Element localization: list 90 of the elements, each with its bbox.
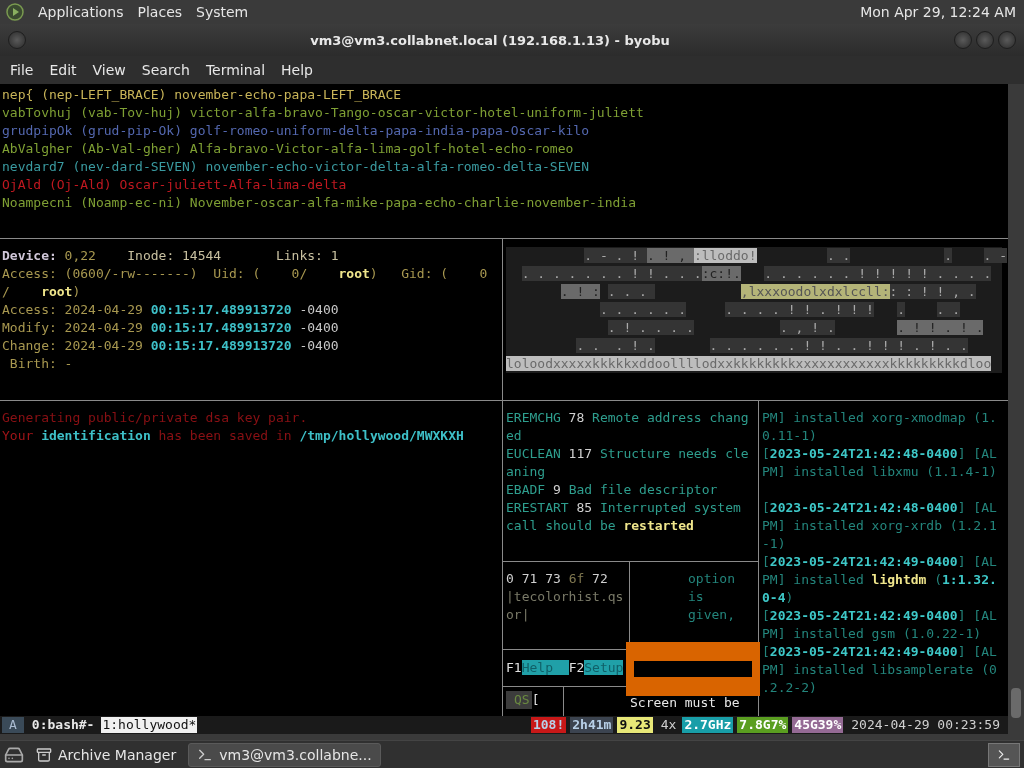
workspace-switcher[interactable] xyxy=(988,742,1020,767)
panel-clock[interactable]: Mon Apr 29, 12:24 AM xyxy=(860,4,1016,20)
terminal-line: [2023-05-24T21:42:49-0400] [AL xyxy=(762,643,997,661)
terminal-line: is xyxy=(688,588,704,606)
menu-item[interactable]: Search xyxy=(133,62,198,78)
taskbar-button[interactable]: Archive Manager xyxy=(28,742,185,767)
terminal-line: Change: 2024-04-29 00:15:17.489913720 -0400 xyxy=(2,337,339,355)
terminal-line: PM] installed libxmu (1.1.4-1) xyxy=(762,463,997,481)
terminal-line: grudpipOk (grud-pip-Ok) golf-romeo-uniform-delta-papa-india-papa-Oscar-kilo xyxy=(2,122,589,140)
panel-menu[interactable]: Applications xyxy=(38,4,124,20)
qs-label: QS xyxy=(506,691,532,709)
minimize-button[interactable] xyxy=(954,31,972,49)
terminal-line: or| xyxy=(506,606,530,624)
terminal-line: given, xyxy=(688,606,735,624)
terminal-line: Noampecni (Noamp-ec-ni) November-oscar-alfa-mike-papa-echo-charlie-november-india xyxy=(2,194,636,212)
terminal-line: |tecolorhist.qs xyxy=(506,588,624,606)
status-indicator: 9.23 xyxy=(617,717,653,733)
status-indicator: 108! xyxy=(530,717,567,733)
window-menu-button[interactable] xyxy=(8,31,26,49)
terminal-line: 0.11-1) xyxy=(762,427,817,445)
panel-menu[interactable]: Places xyxy=(137,4,183,20)
close-button[interactable] xyxy=(998,31,1016,49)
terminal-line: EBADF 9 Bad file descriptor xyxy=(506,481,718,499)
terminal-line: ERESTART 85 Interrupted system xyxy=(506,499,741,517)
terminal-line: -1) xyxy=(762,535,786,553)
function-key: F2 xyxy=(568,660,585,675)
maximize-button[interactable] xyxy=(976,31,994,49)
terminal-line: EUCLEAN 117 Structure needs cle xyxy=(506,445,749,463)
logo-icon[interactable] xyxy=(6,3,24,21)
terminal-line: PM] installed libsamplerate (0 xyxy=(762,661,997,679)
terminal-line: aning xyxy=(506,463,546,481)
ascii-art-line: . . . . . . . . . . ! ! . ! ! ! . . . xyxy=(598,301,960,319)
menu-item[interactable]: Terminal xyxy=(197,62,274,78)
terminal-line: EREMCHG 78 Remote address chang xyxy=(506,409,749,427)
status-indicator: 4x xyxy=(659,717,678,733)
status-indicator: 7.8G7% xyxy=(737,717,789,733)
terminal-line: nevdard7 (nev-dard-SEVEN) november-echo-victor-delta-alfa-romeo-delta-SEVEN xyxy=(2,158,589,176)
terminal-line: Access: 2024-04-29 00:15:17.489913720 -0400 xyxy=(2,301,339,319)
ascii-art-line: . - . ! . ! , :lloddo! . . . . - xyxy=(583,247,1007,265)
terminal-line: PM] installed lightdm (1:1.32. xyxy=(762,571,997,589)
menu-item[interactable]: View xyxy=(84,62,134,78)
bracket-text: [ xyxy=(531,692,540,707)
ascii-art-line: . ! : . . . ,lxxxoodolxdxlccll:: : ! ! , . xyxy=(559,283,976,301)
window-title: vm3@vm3.collabnet.local (192.168.1.13) - byobu xyxy=(309,32,671,48)
session-label: A xyxy=(2,717,24,733)
status-indicator: 2.7GHz xyxy=(682,717,734,733)
terminal-line: / root) xyxy=(2,283,81,301)
status-indicator: 45G39% xyxy=(792,717,844,733)
terminal-line: 0 71 73 6f 72 xyxy=(506,570,608,588)
function-key: F1 xyxy=(506,660,522,675)
terminal-line: nep{ (nep-LEFT_BRACE) november-echo-papa-LEFT_BRACE xyxy=(2,86,402,104)
menu-item[interactable]: File xyxy=(2,62,42,78)
status-indicator: 2024-04-29 00:23:59 xyxy=(850,717,1001,733)
taskbar-button[interactable]: vm3@vm3.collabne... xyxy=(188,742,381,767)
terminal-line: Access: (0600/-rw-------) Uid: ( 0/ root) Gid: ( 0 xyxy=(2,265,488,283)
terminal-line: ed xyxy=(506,427,522,445)
menu-item[interactable]: Help xyxy=(273,62,321,78)
scrollbar[interactable] xyxy=(1008,84,1024,740)
window-tab[interactable]: 0:bash#- xyxy=(30,717,96,733)
terminal-line: option xyxy=(688,570,735,588)
terminal-line: 0-4) xyxy=(762,589,794,607)
archive-icon xyxy=(36,746,52,763)
terminal-line: [2023-05-24T21:42:49-0400] [AL xyxy=(762,607,997,625)
terminal-line: OjAld (Oj-Ald) Oscar-juliett-Alfa-lima-delta xyxy=(2,176,347,194)
scroll-thumb[interactable] xyxy=(1011,688,1021,718)
terminal-line: Modify: 2024-04-29 00:15:17.489913720 -0400 xyxy=(2,319,339,337)
terminal-line: [2023-05-24T21:42:48-0400] [AL xyxy=(762,499,997,517)
panel-menu[interactable]: System xyxy=(196,4,249,20)
terminal-line: Generating public/private dsa key pair. xyxy=(2,409,308,427)
task-label: vm3@vm3.collabne... xyxy=(219,746,372,763)
terminal-line: [2023-05-24T21:42:48-0400] [AL xyxy=(762,445,997,463)
terminal-line: call should be restarted xyxy=(506,517,694,535)
terminal-line: PM] installed gsm (1.0.22-1) xyxy=(762,625,982,643)
terminal-line: PM] installed xorg-xmodmap (1. xyxy=(762,409,997,427)
terminal-line: Your identification has been saved in /tmp/hollywood/MWXKXH xyxy=(2,427,464,445)
terminal-icon xyxy=(997,747,1011,762)
ascii-art-line: . . . ! . . . . . . . ! ! . . ! ! ! . ! . . xyxy=(575,337,968,355)
ascii-art-line: . . . . . . . ! ! . . .:c:!. . . . . . . ! ! ! ! ! . . . . xyxy=(520,265,992,283)
terminal-line: AbValgher (Ab-Val-gher) Alfa-bravo-Victor-alfa-lima-golf-hotel-echo-romeo xyxy=(2,140,574,158)
ascii-art-line: . ! . . . . . , ! . . ! ! . ! . xyxy=(606,319,984,337)
task-label: Archive Manager xyxy=(58,746,177,763)
menu-item[interactable]: Edit xyxy=(41,62,85,78)
terminal-line: Device: 0,22 Inode: 14544 Links: 1 xyxy=(2,247,339,265)
terminal-line: .2.2-2) xyxy=(762,679,817,697)
window-tab[interactable]: 1:hollywood* xyxy=(101,717,198,733)
status-indicator: 2h41m xyxy=(570,717,614,733)
terminal-line: vabTovhuj (vab-Tov-huj) victor-alfa-bravo-Tango-oscar-victor-hotel-uniform-juliett xyxy=(2,104,644,122)
terminal-line: Birth: - xyxy=(8,355,73,373)
terminal-line: [2023-05-24T21:42:49-0400] [AL xyxy=(762,553,997,571)
terminal-line: PM] installed xorg-xrdb (1.2.1 xyxy=(762,517,997,535)
